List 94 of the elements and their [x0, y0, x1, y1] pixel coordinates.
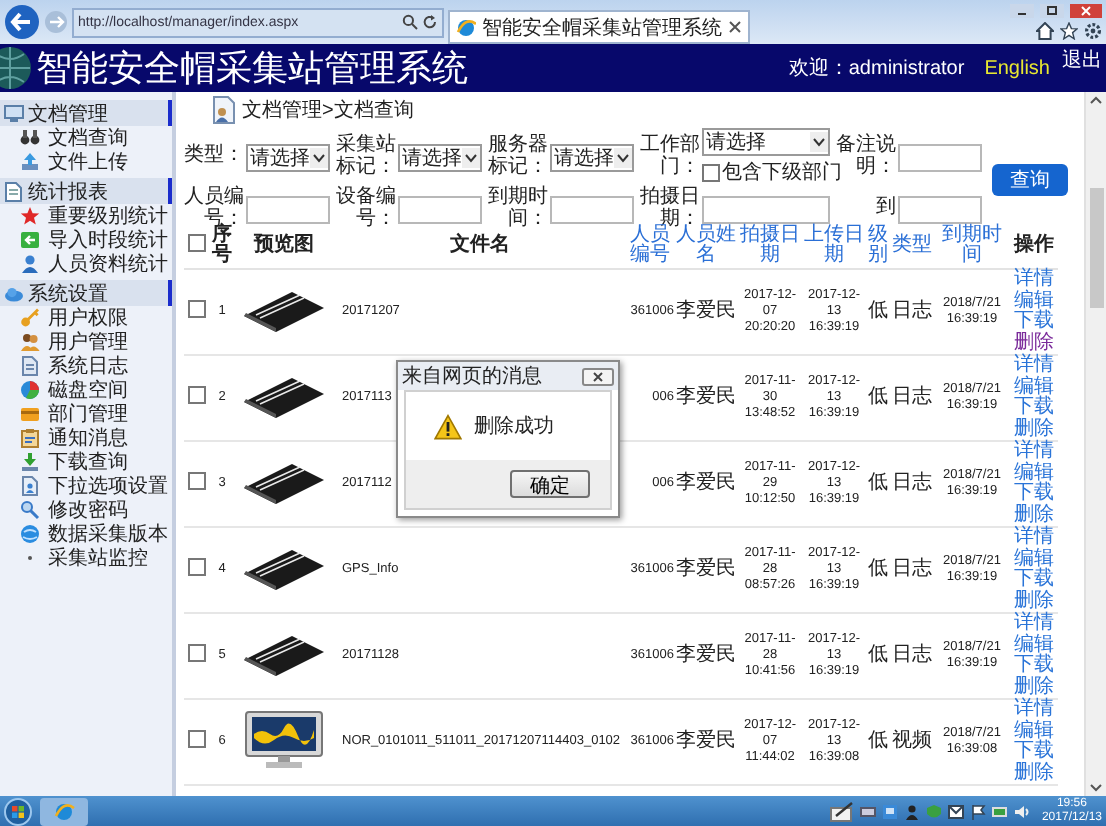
action-link[interactable]: 删除	[1010, 505, 1058, 526]
column-header: 序号	[210, 224, 234, 269]
action-link[interactable]: 详情	[1010, 356, 1058, 377]
action-link[interactable]: 编辑	[1010, 377, 1058, 398]
action-link[interactable]: 编辑	[1010, 291, 1058, 312]
action-link[interactable]: 删除	[1010, 677, 1058, 698]
action-link[interactable]: 下载	[1010, 312, 1058, 333]
column-header: 文件名	[334, 224, 626, 269]
column-header: 预览图	[234, 224, 334, 269]
table-cell: 李爱民	[674, 699, 738, 785]
dropdown[interactable]: 请选择	[702, 128, 830, 156]
action-link[interactable]: 详情	[1010, 442, 1058, 463]
sidebar-item[interactable]: 下拉选项设置	[0, 474, 172, 498]
table-cell: 日志	[890, 613, 934, 699]
action-link[interactable]: 详情	[1010, 528, 1058, 549]
sidebar-item[interactable]: 修改密码	[0, 498, 172, 522]
table-cell: 低	[866, 527, 890, 613]
sidebar-item[interactable]: 通知消息	[0, 426, 172, 450]
column-header: 操作	[1010, 224, 1058, 269]
sidebar-item[interactable]: 文件上传	[0, 150, 172, 174]
action-link[interactable]: 详情	[1010, 700, 1058, 721]
action-link[interactable]: 编辑	[1010, 721, 1058, 742]
action-link[interactable]: 下载	[1010, 398, 1058, 419]
dropdown[interactable]: 请选择	[398, 143, 482, 171]
dialog-title: 来自网页的消息	[402, 363, 542, 390]
column-header[interactable]: 上传日期	[802, 224, 866, 269]
action-link[interactable]: 详情	[1010, 270, 1058, 291]
table-cell: 日志	[890, 441, 934, 527]
table-cell: 低	[866, 355, 890, 441]
sidebar-item[interactable]: 导入时段统计	[0, 228, 172, 252]
column-header[interactable]: 类型	[890, 224, 934, 269]
table-cell: 低	[866, 613, 890, 699]
sidebar-item[interactable]: 系统日志	[0, 354, 172, 378]
welcome-text: 欢迎：administrator	[788, 55, 965, 82]
sidebar-item[interactable]: 磁盘空间	[0, 378, 172, 402]
column-header[interactable]: 级别	[866, 224, 890, 269]
app-title: 智能安全帽采集站管理系统	[36, 46, 468, 92]
table-cell: 视频	[890, 699, 934, 785]
action-link[interactable]: 下载	[1010, 484, 1058, 505]
action-link[interactable]: 详情	[1010, 614, 1058, 635]
action-link[interactable]: 编辑	[1010, 635, 1058, 656]
column-header[interactable]: 人员姓名	[674, 224, 738, 269]
column-header[interactable]: 到期时间	[934, 224, 1010, 269]
sidebar-section[interactable]: 文档管理	[0, 100, 172, 126]
action-link[interactable]: 编辑	[1010, 549, 1058, 570]
checkbox-label: 包含下级部门	[722, 159, 842, 186]
dropdown[interactable]: 请选择	[550, 143, 634, 171]
action-link[interactable]: 编辑	[1010, 463, 1058, 484]
sidebar-item[interactable]: 重要级别统计	[0, 204, 172, 228]
browser-tab[interactable]: 智能安全帽采集站管理系统	[448, 10, 750, 44]
language-link[interactable]: English	[984, 57, 1050, 79]
sidebar-item[interactable]: 用户管理	[0, 330, 172, 354]
table-cell: 日志	[890, 355, 934, 441]
filter-label: 工作部门：	[638, 136, 700, 178]
table-cell: 李爱民	[674, 527, 738, 613]
dropdown[interactable]: 请选择	[246, 143, 330, 171]
table-cell: 李爱民	[674, 269, 738, 355]
sidebar-item[interactable]: 下载查询	[0, 450, 172, 474]
filter-label: 到期时间：	[486, 188, 548, 230]
sidebar-item[interactable]: 文档查询	[0, 126, 172, 150]
dialog-message: 删除成功	[474, 413, 554, 440]
filter-label: 类型：	[184, 146, 244, 168]
table-cell: 日志	[890, 527, 934, 613]
sidebar-item[interactable]: 部门管理	[0, 402, 172, 426]
action-link[interactable]: 删除	[1010, 763, 1058, 784]
sidebar-item[interactable]: 人员资料统计	[0, 252, 172, 276]
filter-label: 采集站标记：	[334, 136, 396, 178]
table-cell: 低	[866, 699, 890, 785]
query-button[interactable]: 查询	[992, 163, 1068, 195]
action-link[interactable]: 下载	[1010, 656, 1058, 677]
column-header[interactable]: 拍摄日期	[738, 224, 802, 269]
ok-button[interactable]: 确定	[510, 470, 590, 498]
action-link[interactable]: 删除	[1010, 591, 1058, 612]
action-link[interactable]: 删除	[1010, 333, 1058, 354]
column-header[interactable]: 人员编号	[626, 224, 674, 269]
filter-label: 到	[874, 198, 896, 220]
table-cell: 李爱民	[674, 441, 738, 527]
filter-label: 服务器标记：	[486, 136, 548, 178]
sidebar-section[interactable]: 系统设置	[0, 280, 172, 306]
sidebar-item[interactable]: 采集站监控	[0, 546, 172, 570]
sidebar-item[interactable]: 数据采集版本	[0, 522, 172, 546]
sidebar-section[interactable]: 统计报表	[0, 178, 172, 204]
table-cell: 日志	[890, 269, 934, 355]
action-link[interactable]: 下载	[1010, 570, 1058, 591]
table-cell: 低	[866, 269, 890, 355]
action-link[interactable]: 下载	[1010, 742, 1058, 763]
table-cell: 李爱民	[674, 613, 738, 699]
table-cell: 低	[866, 441, 890, 527]
breadcrumb: 文档管理>文档查询	[242, 97, 414, 124]
filter-label: 设备编号：	[334, 188, 396, 230]
logout-link[interactable]: 退出	[1062, 46, 1102, 74]
sidebar-item[interactable]: 用户权限	[0, 306, 172, 330]
table-cell: 李爱民	[674, 355, 738, 441]
action-link[interactable]: 删除	[1010, 419, 1058, 440]
